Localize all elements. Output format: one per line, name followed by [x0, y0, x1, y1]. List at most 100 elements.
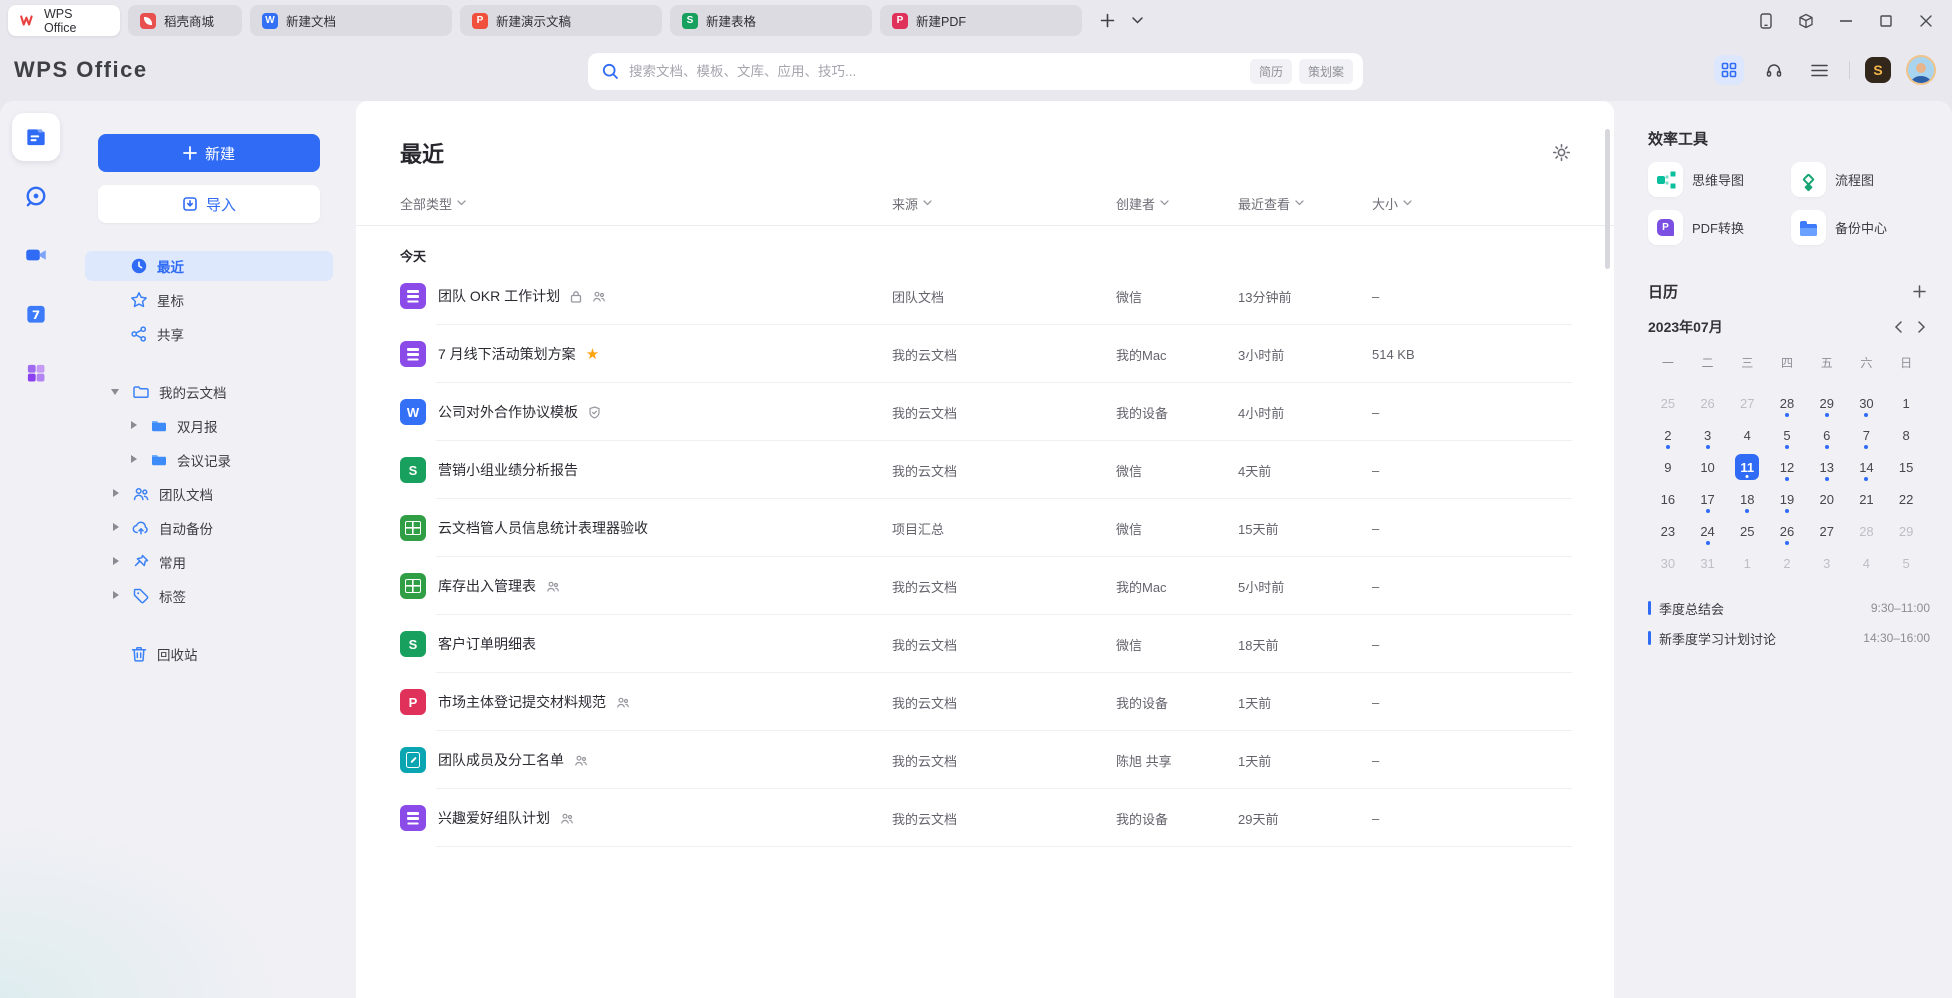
calendar-day[interactable]: 12 [1767, 451, 1807, 483]
calendar-day[interactable]: 4 [1727, 419, 1767, 451]
calendar-day[interactable]: 25 [1727, 515, 1767, 547]
tab-new-spreadsheet[interactable]: S 新建表格 [670, 5, 872, 36]
calendar-day[interactable]: 8 [1886, 419, 1926, 451]
calendar-day[interactable]: 18 [1727, 483, 1767, 515]
search-bar[interactable]: 简历 策划案 [588, 53, 1363, 90]
caret-right-icon[interactable] [113, 489, 119, 497]
calendar-day[interactable]: 16 [1648, 483, 1688, 515]
calendar-day[interactable]: 26 [1688, 387, 1728, 419]
file-row[interactable]: 客户订单明细表 ★ 我的云文档 微信 18天前 [356, 615, 1614, 673]
calendar-day[interactable]: 30 [1648, 547, 1688, 579]
caret-right-icon[interactable] [131, 421, 137, 429]
vip-membership-badge[interactable]: S [1865, 57, 1891, 83]
calendar-day[interactable]: 6 [1807, 419, 1847, 451]
maximize-button[interactable] [1870, 6, 1902, 36]
cube-3d-icon[interactable] [1790, 6, 1822, 36]
filter-dropdown[interactable]: 全部类型 [400, 194, 466, 213]
calendar-day[interactable]: 20 [1807, 483, 1847, 515]
calendar-day[interactable]: 23 [1648, 515, 1688, 547]
file-row[interactable]: 营销小组业绩分析报告 ★ 我的云文档 微信 4天 [356, 441, 1614, 499]
settings-gear-icon[interactable] [1550, 141, 1572, 163]
calendar-day[interactable]: 1 [1727, 547, 1767, 579]
sidebar-item-auto-backup[interactable]: 自动备份 [85, 513, 333, 543]
sidebar-item-team-docs[interactable]: 团队文档 [85, 479, 333, 509]
calendar-day[interactable]: 15 [1886, 451, 1926, 483]
calendar-day[interactable]: 5 [1886, 547, 1926, 579]
calendar-day[interactable]: 2 [1648, 419, 1688, 451]
calendar-day[interactable]: 28 [1767, 387, 1807, 419]
calendar-day[interactable]: 7 [1847, 419, 1887, 451]
tab-new-document[interactable]: W 新建文档 [250, 5, 452, 36]
rail-meeting-video-icon[interactable] [12, 231, 60, 279]
rail-calendar-icon[interactable]: 7 [12, 290, 60, 338]
main-menu-icon[interactable] [1804, 55, 1834, 85]
calendar-day[interactable]: 1 [1886, 387, 1926, 419]
sidebar-item-tags[interactable]: 标签 [85, 581, 333, 611]
caret-down-icon[interactable] [111, 389, 119, 395]
calendar-event[interactable]: 新季度学习计划讨论 14:30–16:00 [1648, 623, 1930, 653]
calendar-prev-month-chevron[interactable] [1894, 321, 1902, 333]
sidebar-item-my-cloud-docs[interactable]: 我的云文档 [85, 377, 333, 407]
rail-chat-icon[interactable] [12, 172, 60, 220]
calendar-day[interactable]: 3 [1688, 419, 1728, 451]
calendar-day[interactable]: 3 [1807, 547, 1847, 579]
file-row[interactable]: 7 月线下活动策划方案 ★ 我的云文档 我的Mac [356, 325, 1614, 383]
calendar-day[interactable]: 26 [1767, 515, 1807, 547]
tab-new-pdf[interactable]: P 新建PDF [880, 5, 1082, 36]
add-event-plus-icon[interactable] [1913, 285, 1926, 298]
import-button[interactable]: 导入 [98, 185, 320, 223]
caret-right-icon[interactable] [113, 591, 119, 599]
sidebar-item-meeting-notes[interactable]: 会议记录 [85, 445, 333, 475]
tool-item[interactable]: 备份中心 [1791, 210, 1930, 245]
calendar-day[interactable]: 29 [1886, 515, 1926, 547]
search-tag-resume[interactable]: 简历 [1250, 59, 1292, 84]
calendar-day[interactable]: 30 [1847, 387, 1887, 419]
mobile-device-icon[interactable] [1750, 6, 1782, 36]
sidebar-item-frequent[interactable]: 常用 [85, 547, 333, 577]
new-tab-button[interactable] [1094, 8, 1120, 34]
tool-item[interactable]: PDF转换 [1648, 210, 1791, 245]
sidebar-item-shared[interactable]: 共享 [85, 319, 333, 349]
sidebar-item-recent[interactable]: 最近 [85, 251, 333, 281]
calendar-day[interactable]: 22 [1886, 483, 1926, 515]
filter-dropdown[interactable]: 大小 [1372, 194, 1412, 213]
support-headset-icon[interactable] [1759, 55, 1789, 85]
calendar-day[interactable]: 24 [1688, 515, 1728, 547]
sidebar-item-bimonthly-report[interactable]: 双月报 [85, 411, 333, 441]
sidebar-item-starred[interactable]: 星标 [85, 285, 333, 315]
tab-wps-office[interactable]: WPS Office [8, 5, 120, 36]
file-row[interactable]: 团队成员及分工名单 ★ 我的云文档 陈旭 共享 [356, 731, 1614, 789]
new-document-button[interactable]: 新建 [98, 134, 320, 172]
calendar-day[interactable]: 29 [1807, 387, 1847, 419]
filter-dropdown[interactable]: 最近查看 [1238, 194, 1304, 213]
calendar-day[interactable]: 14 [1847, 451, 1887, 483]
calendar-day[interactable]: 13 [1807, 451, 1847, 483]
caret-right-icon[interactable] [113, 557, 119, 565]
calendar-day[interactable]: 31 [1688, 547, 1728, 579]
calendar-day[interactable]: 25 [1648, 387, 1688, 419]
rail-documents-icon[interactable] [12, 113, 60, 161]
user-avatar[interactable] [1906, 55, 1936, 85]
calendar-day[interactable]: 19 [1767, 483, 1807, 515]
caret-right-icon[interactable] [131, 455, 137, 463]
calendar-day[interactable]: 4 [1847, 547, 1887, 579]
search-input[interactable] [629, 64, 1243, 79]
calendar-next-month-chevron[interactable] [1918, 321, 1926, 333]
tab-new-presentation[interactable]: P 新建演示文稿 [460, 5, 662, 36]
scrollbar-thumb[interactable] [1605, 129, 1610, 269]
filter-dropdown[interactable]: 来源 [892, 194, 932, 213]
calendar-day[interactable]: 17 [1688, 483, 1728, 515]
calendar-day[interactable]: 10 [1688, 451, 1728, 483]
calendar-event[interactable]: 季度总结会 9:30–11:00 [1648, 593, 1930, 623]
file-row[interactable]: 团队 OKR 工作计划 ★ 团队文档 微信 13 [356, 267, 1614, 325]
calendar-day[interactable]: 27 [1807, 515, 1847, 547]
file-row[interactable]: 云文档管人员信息统计表理器验收 ★ 项目汇总 微信 [356, 499, 1614, 557]
file-row[interactable]: 公司对外合作协议模板 ★ 我的云文档 我的设备 [356, 383, 1614, 441]
minimize-button[interactable] [1830, 6, 1862, 36]
close-button[interactable] [1910, 6, 1942, 36]
file-row[interactable]: 兴趣爱好组队计划 ★ 我的云文档 我的设备 29 [356, 789, 1614, 847]
apps-grid-button[interactable] [1714, 55, 1744, 85]
caret-right-icon[interactable] [113, 523, 119, 531]
filter-dropdown[interactable]: 创建者 [1116, 194, 1169, 213]
calendar-day[interactable]: 9 [1648, 451, 1688, 483]
